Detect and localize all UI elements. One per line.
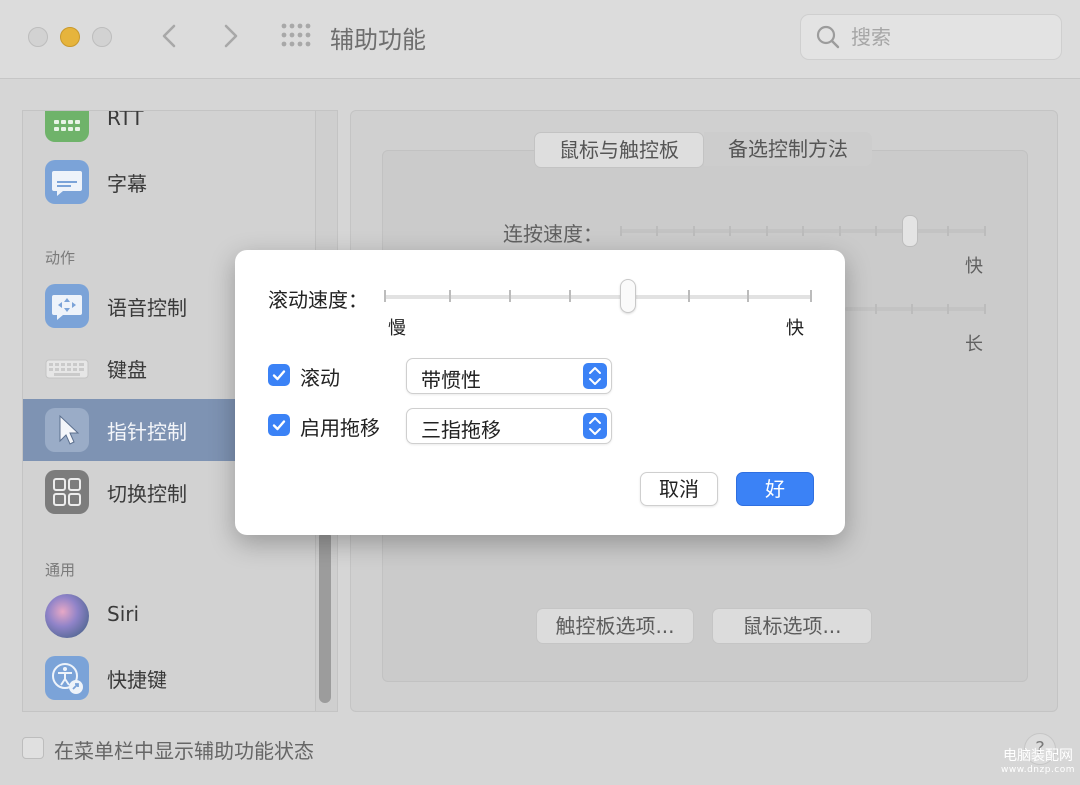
sidebar-item-label: RTT	[107, 110, 144, 130]
switch-control-icon	[45, 470, 89, 514]
mouse-options-button[interactable]: 鼠标选项...	[712, 608, 872, 644]
sidebar-item-shortcut[interactable]: 快捷键	[23, 647, 315, 709]
checkmark-icon	[272, 370, 286, 381]
siri-icon	[45, 594, 89, 638]
dragging-mode-value: 三指拖移	[421, 418, 501, 442]
slider-tick	[810, 290, 812, 302]
slider-tick	[802, 226, 804, 236]
slider-slow-label: 慢	[388, 318, 406, 339]
trackpad-options-button[interactable]: 触控板选项...	[536, 608, 694, 644]
sidebar-item-label: 语音控制	[107, 296, 187, 320]
slider-fast-label: 快	[965, 256, 983, 277]
grid-icon	[281, 23, 311, 47]
show-all-grid-button[interactable]	[280, 22, 314, 50]
pointer-icon	[45, 408, 89, 452]
cancel-button[interactable]: 取消	[640, 472, 718, 506]
sidebar-item-label: 切换控制	[107, 482, 187, 506]
watermark: 电脑装配网 www.dnzp.com	[996, 748, 1080, 776]
slider-long-label: 长	[965, 334, 983, 355]
slider-tick	[569, 290, 571, 302]
keyboard-icon	[45, 111, 89, 142]
slider-tick	[747, 290, 749, 302]
scrolling-mode-value: 带惯性	[421, 368, 481, 392]
double-click-speed-thumb[interactable]	[902, 215, 918, 247]
slider-tick	[449, 290, 451, 302]
double-click-speed-label: 连按速度：	[503, 222, 603, 246]
checkmark-icon	[272, 420, 286, 431]
forward-button[interactable]	[212, 18, 248, 54]
dragging-mode-select[interactable]: 三指拖移	[406, 408, 612, 444]
sidebar-scroll-thumb[interactable]	[319, 531, 331, 703]
search-icon	[816, 25, 840, 49]
search-input[interactable]	[849, 21, 1053, 53]
scrolling-label: 滚动	[300, 366, 340, 390]
slider-tick	[620, 226, 622, 236]
section-header-general: 通用	[45, 561, 76, 579]
window-title: 辅助功能	[330, 26, 426, 54]
scroll-speed-label: 滚动速度：	[268, 288, 368, 312]
slider-tick	[509, 290, 511, 302]
close-window-button[interactable]	[28, 27, 48, 47]
sidebar-item-rtt[interactable]: RTT	[23, 110, 315, 151]
keyboard-icon	[45, 346, 89, 390]
voice-control-icon	[45, 284, 89, 328]
search-box[interactable]	[800, 14, 1062, 60]
slider-tick	[947, 226, 949, 236]
updown-chevron-icon	[583, 363, 607, 389]
slider-tick	[984, 304, 986, 314]
sidebar-item-label: Siri	[107, 602, 140, 626]
enable-dragging-label: 启用拖移	[300, 416, 380, 440]
slider-tick	[911, 304, 913, 314]
slider-tick	[947, 304, 949, 314]
sidebar-item-siri[interactable]: Siri	[23, 585, 315, 647]
slider-tick	[839, 226, 841, 236]
minimize-window-button[interactable]	[60, 27, 80, 47]
sidebar-item-label: 快捷键	[107, 668, 167, 692]
slider-tick	[984, 226, 986, 236]
slider-tick	[693, 226, 695, 236]
sidebar-item-label: 指针控制	[107, 420, 187, 444]
spring-loading-slider[interactable]	[845, 307, 986, 311]
section-header-actions: 动作	[45, 249, 76, 267]
slider-tick	[384, 290, 386, 302]
slider-tick	[729, 226, 731, 236]
show-status-label: 在菜单栏中显示辅助功能状态	[54, 739, 314, 763]
slider-tick	[688, 290, 690, 302]
enable-dragging-checkbox[interactable]	[268, 414, 290, 436]
slider-tick	[766, 226, 768, 236]
updown-chevron-icon	[583, 413, 607, 439]
watermark-line1: 电脑装配网	[1003, 748, 1073, 764]
slider-tick	[656, 226, 658, 236]
sidebar-item-label: 字幕	[107, 172, 147, 196]
slider-tick	[875, 304, 877, 314]
title-bar: 辅助功能	[0, 0, 1080, 79]
tab-alternate-control[interactable]: 备选控制方法	[704, 132, 872, 166]
chevron-left-icon	[162, 24, 176, 48]
scroll-speed-thumb[interactable]	[619, 279, 636, 313]
tab-mouse-trackpad[interactable]: 鼠标与触控板	[534, 132, 704, 168]
sidebar-item-captions[interactable]: 字幕	[23, 151, 315, 213]
chevron-right-icon	[224, 24, 238, 48]
watermark-line2: www.dnzp.com	[1000, 765, 1076, 775]
scrolling-mode-select[interactable]: 带惯性	[406, 358, 612, 394]
scrolling-checkbox[interactable]	[268, 364, 290, 386]
sidebar-item-label: 键盘	[107, 358, 147, 382]
back-button[interactable]	[152, 18, 188, 54]
slider-tick	[875, 226, 877, 236]
ok-button[interactable]: 好	[736, 472, 814, 506]
zoom-window-button[interactable]	[92, 27, 112, 47]
captions-icon	[45, 160, 89, 204]
slider-fast-label: 快	[786, 318, 804, 339]
accessibility-shortcut-icon	[45, 656, 89, 700]
show-status-checkbox[interactable]	[22, 737, 44, 759]
